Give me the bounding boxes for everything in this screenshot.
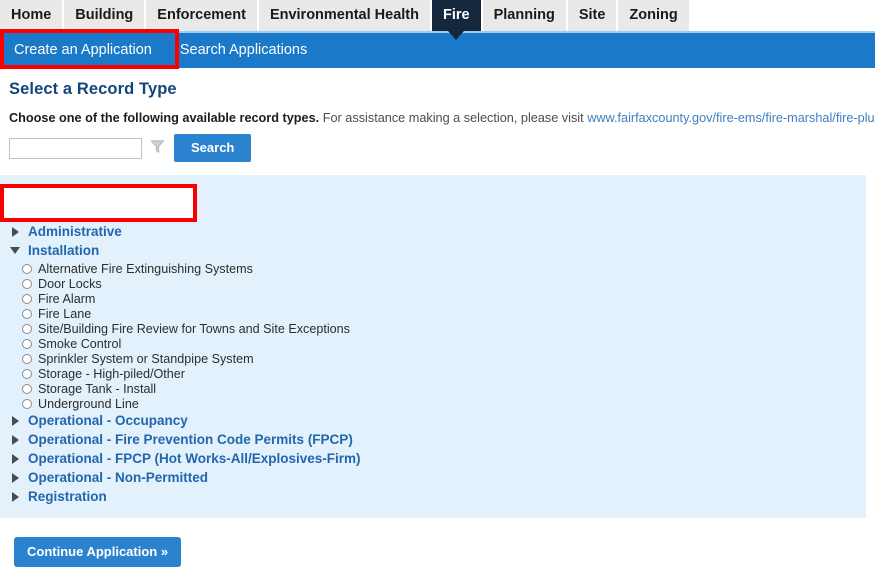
record-group-operational-non-permitted: Operational - Non-Permitted <box>0 468 866 487</box>
annotation-highlight-storage <box>0 184 197 222</box>
record-type-option[interactable]: Smoke Control <box>22 336 866 351</box>
record-group-header-installation[interactable]: Installation <box>0 241 866 260</box>
record-type-option[interactable]: Storage Tank - Install <box>22 381 866 396</box>
funnel-filter-icon[interactable] <box>150 139 165 157</box>
chevron-right-icon[interactable] <box>12 434 19 445</box>
module-tab-home[interactable]: Home <box>0 0 63 31</box>
record-type-label: Alternative Fire Extinguishing Systems <box>38 261 253 276</box>
module-tab-planning[interactable]: Planning <box>482 0 566 31</box>
module-tab-enforcement[interactable]: Enforcement <box>146 0 257 31</box>
chevron-right-icon[interactable] <box>12 415 19 426</box>
module-tab-zoning[interactable]: Zoning <box>618 0 689 31</box>
record-type-label: Underground Line <box>38 396 139 411</box>
record-group-label: Registration <box>28 489 107 504</box>
sub-nav-tab-search-applications[interactable]: Search Applications <box>166 33 321 68</box>
record-type-label: Site/Building Fire Review for Towns and … <box>38 321 350 336</box>
record-type-label: Sprinkler System or Standpipe System <box>38 351 254 366</box>
radio-button-icon[interactable] <box>22 383 32 394</box>
record-type-option[interactable]: Storage - High-piled/Other <box>22 366 866 381</box>
continue-application-button[interactable]: Continue Application » <box>14 537 182 567</box>
chevron-right-icon[interactable] <box>12 472 19 483</box>
instruction-bold-text: Choose one of the following available re… <box>9 111 320 125</box>
module-tab-environmental-health[interactable]: Environmental Health <box>258 0 430 31</box>
record-group-header-operational-non-permitted[interactable]: Operational - Non-Permitted <box>0 468 866 487</box>
record-group-header-operational-fire-prevention-code-permits-fpcp[interactable]: Operational - Fire Prevention Code Permi… <box>0 430 866 449</box>
fire-plus-link[interactable]: www.fairfaxcounty.gov/fire-ems/fire-mars… <box>587 111 875 125</box>
module-tab-building[interactable]: Building <box>64 0 145 31</box>
record-type-option[interactable]: Sprinkler System or Standpipe System <box>22 351 866 366</box>
radio-button-icon[interactable] <box>22 308 32 319</box>
module-tab-bar: Home Building Enforcement Environmental Hea… <box>0 0 875 40</box>
sub-navigation-bar: Create an Application Search Applications <box>0 31 875 68</box>
module-tab-fire[interactable]: Fire <box>432 0 481 40</box>
instruction-text: Choose one of the following available re… <box>9 111 875 125</box>
record-group-label: Operational - FPCP (Hot Works-All/Explos… <box>28 451 361 466</box>
record-type-label: Storage - High-piled/Other <box>38 366 185 381</box>
record-group-label: Installation <box>28 243 100 258</box>
radio-button-icon[interactable] <box>22 323 32 334</box>
record-type-option[interactable]: Fire Lane <box>22 306 866 321</box>
record-group-operational-fire-prevention-code-permits-fpcp: Operational - Fire Prevention Code Permi… <box>0 430 866 449</box>
record-type-label: Smoke Control <box>38 336 122 351</box>
search-button[interactable]: Search <box>174 134 252 162</box>
record-group-operational-occupancy: Operational - Occupancy <box>0 411 866 430</box>
page-content: Select a Record Type Choose one of the f… <box>0 68 875 567</box>
radio-button-icon[interactable] <box>22 278 32 289</box>
record-group-header-administrative[interactable]: Administrative <box>0 222 866 241</box>
record-type-option[interactable]: Door Locks <box>22 276 866 291</box>
record-group-registration: Registration <box>0 487 866 506</box>
record-type-label: Storage Tank - Install <box>38 381 157 396</box>
record-group-items: Alternative Fire Extinguishing Systems Do… <box>0 261 866 411</box>
radio-button-icon[interactable] <box>22 398 32 409</box>
record-type-option[interactable]: Fire Alarm <box>22 291 866 306</box>
record-group-header-registration[interactable]: Registration <box>0 487 866 506</box>
radio-button-icon[interactable] <box>22 353 32 364</box>
module-tab-site[interactable]: Site <box>567 0 617 31</box>
record-type-label: Fire Lane <box>38 306 92 321</box>
chevron-right-icon[interactable] <box>12 453 19 464</box>
record-group-installation: Installation Alternative Fire Extinguishi… <box>0 241 866 411</box>
instruction-normal-text: For assistance making a selection, pleas… <box>322 111 584 125</box>
radio-button-icon[interactable] <box>22 293 32 304</box>
radio-button-icon[interactable] <box>22 368 32 379</box>
record-type-label: Fire Alarm <box>38 291 96 306</box>
page-title: Select a Record Type <box>9 80 177 98</box>
sub-nav-tab-create-an-application[interactable]: Create an Application <box>0 33 166 68</box>
record-type-option[interactable]: Underground Line <box>22 396 866 411</box>
record-group-header-operational-occupancy[interactable]: Operational - Occupancy <box>0 411 866 430</box>
record-group-administrative: Administrative <box>0 222 866 241</box>
record-group-label: Operational - Fire Prevention Code Permi… <box>28 432 353 447</box>
record-type-option[interactable]: Site/Building Fire Review for Towns and … <box>22 321 866 336</box>
search-input[interactable] <box>9 137 142 159</box>
record-group-operational-fpcp-hot-works-all-explosives-firm: Operational - FPCP (Hot Works-All/Explos… <box>0 449 866 468</box>
record-group-header-operational-fpcp-hot-works-all-explosives-firm[interactable]: Operational - FPCP (Hot Works-All/Explos… <box>0 449 866 468</box>
record-type-option[interactable]: Alternative Fire Extinguishing Systems <box>22 261 866 276</box>
record-group-label: Operational - Non-Permitted <box>28 470 209 485</box>
radio-button-icon[interactable] <box>22 263 32 274</box>
radio-button-icon[interactable] <box>22 338 32 349</box>
chevron-right-icon[interactable] <box>12 226 19 237</box>
record-type-label: Door Locks <box>38 276 102 291</box>
record-group-label: Administrative <box>28 224 122 239</box>
chevron-right-icon[interactable] <box>12 491 19 502</box>
record-type-panel: Administrative Installation Alternative Fi… <box>0 175 866 518</box>
record-group-label: Operational - Occupancy <box>28 413 188 428</box>
search-row: Search <box>9 134 875 162</box>
chevron-down-icon[interactable] <box>10 247 20 254</box>
